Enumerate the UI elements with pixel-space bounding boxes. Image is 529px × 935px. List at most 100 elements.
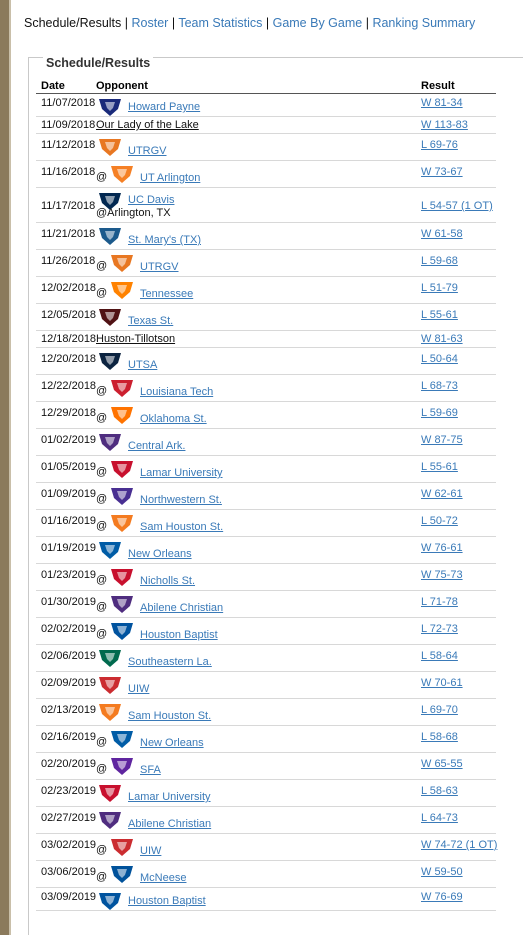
game-result-link[interactable]: L 64-73 [421,812,458,824]
opponent-link[interactable]: Southeastern La. [128,656,212,668]
samhouston-logo[interactable] [108,511,136,535]
opponent-link[interactable]: Tennessee [140,288,193,300]
opponent-link[interactable]: Oklahoma St. [140,413,207,425]
game-result-link[interactable]: W 62-61 [421,488,463,500]
uiw-logo[interactable] [96,673,124,697]
game-result-link[interactable]: L 58-64 [421,650,458,662]
game-result-link[interactable]: W 76-61 [421,542,463,554]
game-result-link[interactable]: L 71-78 [421,596,458,608]
opponent-link[interactable]: St. Mary's (TX) [128,234,201,246]
latech-logo[interactable] [108,376,136,400]
txstate-logo[interactable] [96,305,124,329]
okstate-logo[interactable] [108,403,136,427]
game-result-link[interactable]: L 69-70 [421,704,458,716]
selu-logo[interactable] [96,646,124,670]
lamar-logo[interactable] [96,781,124,805]
game-result-link[interactable]: W 70-61 [421,677,463,689]
acu-logo[interactable] [108,592,136,616]
opponent-link[interactable]: UTSA [128,359,157,371]
utsa-logo[interactable] [96,349,124,373]
utrgv-logo[interactable] [96,135,124,159]
nav-link-team-statistics[interactable]: Team Statistics [178,16,262,30]
game-result-link[interactable]: L 50-72 [421,515,458,527]
opponent-link[interactable]: Houston Baptist [128,895,206,907]
opponent-link[interactable]: Sam Houston St. [128,710,211,722]
game-result-link[interactable]: W 81-63 [421,333,463,345]
acu-logo[interactable] [96,808,124,832]
game-result-link[interactable]: W 81-34 [421,97,463,109]
nav-link-ranking-summary[interactable]: Ranking Summary [372,16,475,30]
opponent-link[interactable]: Central Ark. [128,440,185,452]
opponent-link[interactable]: McNeese [140,872,186,884]
game-result-link[interactable]: L 59-69 [421,407,458,419]
game-result-link[interactable]: L 55-61 [421,309,458,321]
nicholls-logo[interactable] [108,565,136,589]
opponent-link[interactable]: Our Lady of the Lake [96,119,199,131]
opponent-link[interactable]: UIW [128,683,149,695]
game-result-link[interactable]: L 54-57 (1 OT) [421,200,493,212]
hpu-logo[interactable] [96,95,124,119]
opponent-link[interactable]: New Orleans [128,548,192,560]
uiw-logo[interactable] [108,835,136,859]
sfa-logo[interactable] [108,754,136,778]
opponent-link[interactable]: Lamar University [128,791,211,803]
centralark-logo[interactable] [96,430,124,454]
game-result-link[interactable]: L 72-73 [421,623,458,635]
game-result-link[interactable]: W 76-69 [421,891,463,903]
opponent-link[interactable]: Louisiana Tech [140,386,213,398]
table-header: Date Opponent Result [36,80,496,94]
away-indicator: @ [96,574,108,586]
mcneese-logo[interactable] [108,862,136,886]
game-result-link[interactable]: L 69-76 [421,139,458,151]
opponent-link[interactable]: Nicholls St. [140,575,195,587]
opponent-link[interactable]: UTRGV [128,145,167,157]
opponent-link[interactable]: New Orleans [140,737,204,749]
game-result-link[interactable]: W 61-58 [421,228,463,240]
opponent-link[interactable]: SFA [140,764,161,776]
game-result-link[interactable]: L 58-68 [421,731,458,743]
hbu-logo[interactable] [96,889,124,913]
stmarys-logo[interactable] [96,224,124,248]
game-result-link[interactable]: W 59-50 [421,866,463,878]
uta-logo[interactable] [108,162,136,186]
game-date: 01/19/2019 [41,542,97,554]
nwstate-logo[interactable] [108,484,136,508]
away-indicator: @ [96,385,108,397]
opponent-link[interactable]: Abilene Christian [128,818,211,830]
hbu-logo[interactable] [108,619,136,643]
game-result-link[interactable]: W 74-72 (1 OT) [421,839,497,851]
nav-link-game-by-game[interactable]: Game By Game [273,16,363,30]
game-result-link[interactable]: L 50-64 [421,353,458,365]
opponent-link[interactable]: Lamar University [140,467,223,479]
opponent-link[interactable]: Huston-Tillotson [96,333,175,345]
game-result-link[interactable]: L 51-79 [421,282,458,294]
game-result-link[interactable]: W 73-67 [421,166,463,178]
opponent-link[interactable]: Houston Baptist [140,629,218,641]
game-result-link[interactable]: L 59-68 [421,255,458,267]
game-result-link[interactable]: W 75-73 [421,569,463,581]
opponent-link[interactable]: Howard Payne [128,101,200,113]
utrgv-logo[interactable] [108,251,136,275]
opponent-link[interactable]: Northwestern St. [140,494,222,506]
game-result-link[interactable]: W 65-55 [421,758,463,770]
game-result-link[interactable]: L 58-63 [421,785,458,797]
game-result-link[interactable]: L 68-73 [421,380,458,392]
nav-link-roster[interactable]: Roster [132,16,169,30]
opponent-link[interactable]: UT Arlington [140,172,200,184]
neworleans-logo[interactable] [108,727,136,751]
samhouston-logo[interactable] [96,700,124,724]
opponent-link[interactable]: Texas St. [128,315,173,327]
game-result-link[interactable]: L 55-61 [421,461,458,473]
game-result-link[interactable]: W 113-83 [421,119,468,131]
neworleans-logo[interactable] [96,538,124,562]
game-result-link[interactable]: W 87-75 [421,434,463,446]
opponent-link[interactable]: UTRGV [140,261,179,273]
opponent-link[interactable]: Abilene Christian [140,602,223,614]
table-row: 11/16/2018 @ UT Arlington W 73-67 [36,161,496,188]
opponent-link[interactable]: UC Davis [128,194,174,206]
table-row: 02/13/2019 Sam Houston St. L 69-70 [36,699,496,726]
tennessee-logo[interactable] [108,278,136,302]
lamar-logo[interactable] [108,457,136,481]
opponent-link[interactable]: Sam Houston St. [140,521,223,533]
opponent-link[interactable]: UIW [140,845,161,857]
